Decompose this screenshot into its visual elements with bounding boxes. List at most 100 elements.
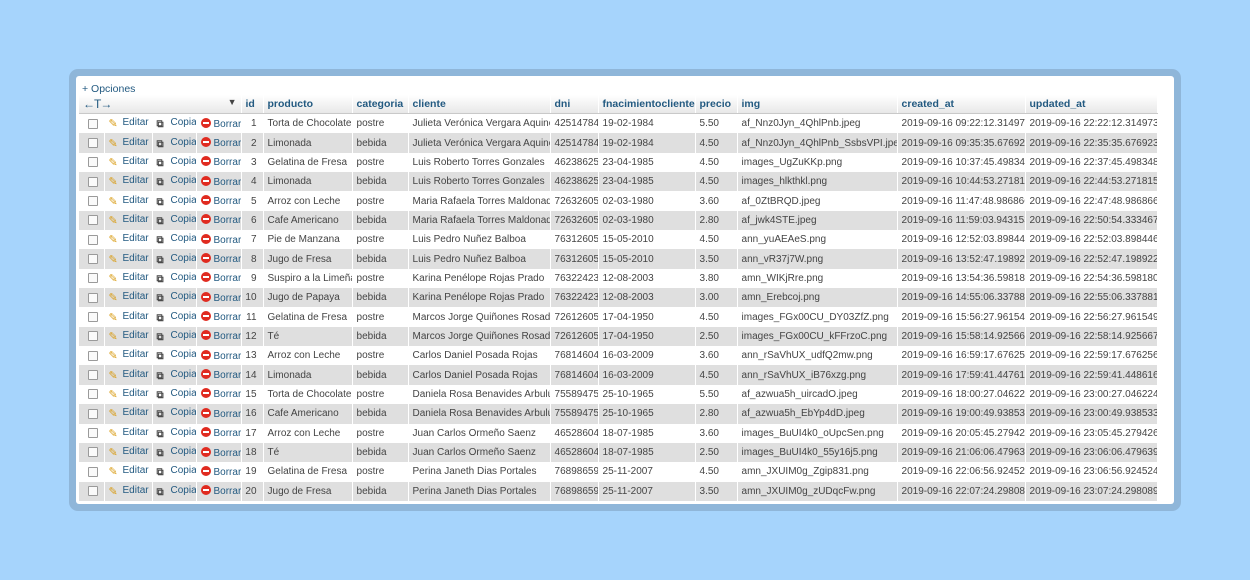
- copy-button[interactable]: ⧉ Copiar: [157, 369, 196, 382]
- table-cell: 2019-09-16 09:22:12.314973: [897, 113, 1026, 134]
- row-checkbox[interactable]: [88, 292, 98, 303]
- delete-button[interactable]: Borrar: [200, 291, 240, 304]
- table-cell: 2019-09-16 15:56:27.961549: [897, 307, 1026, 327]
- row-checkbox[interactable]: [88, 408, 98, 419]
- copy-button[interactable]: ⧉ Copiar: [157, 311, 196, 324]
- copy-button[interactable]: ⧉ Copiar: [157, 427, 196, 440]
- delete-button[interactable]: Borrar: [200, 427, 240, 439]
- column-header[interactable]: created_at: [897, 95, 1026, 114]
- edit-button[interactable]: ✎ Editar: [109, 175, 149, 188]
- delete-button[interactable]: Borrar: [200, 195, 240, 207]
- delete-button[interactable]: Borrar: [200, 214, 240, 226]
- column-header[interactable]: cliente: [408, 95, 551, 114]
- copy-button[interactable]: ⧉ Copiar: [157, 175, 196, 188]
- table-cell: 15-05-2010: [598, 249, 696, 269]
- row-checkbox[interactable]: [88, 195, 98, 206]
- delete-button[interactable]: Borrar: [200, 465, 240, 478]
- delete-button[interactable]: Borrar: [200, 175, 240, 188]
- row-checkbox[interactable]: [88, 428, 98, 439]
- edit-button[interactable]: ✎ Editar: [109, 330, 149, 343]
- row-checkbox[interactable]: [88, 350, 98, 361]
- delete-button[interactable]: Borrar: [200, 272, 240, 284]
- edit-button[interactable]: ✎ Editar: [109, 388, 149, 401]
- row-checkbox[interactable]: [88, 234, 98, 245]
- edit-button[interactable]: ✎ Editar: [109, 465, 149, 478]
- edit-button[interactable]: ✎ Editar: [109, 407, 149, 420]
- copy-button[interactable]: ⧉ Copiar: [157, 465, 196, 478]
- delete-button[interactable]: Borrar: [200, 349, 240, 362]
- row-checkbox[interactable]: [88, 447, 98, 458]
- edit-button[interactable]: ✎ Editar: [109, 311, 149, 324]
- edit-button[interactable]: ✎ Editar: [109, 427, 149, 440]
- delete-button[interactable]: Borrar: [200, 117, 240, 130]
- column-header[interactable]: id: [241, 95, 264, 114]
- row-checkbox[interactable]: [88, 215, 98, 226]
- delete-button[interactable]: Borrar: [200, 253, 240, 265]
- edit-button[interactable]: ✎ Editar: [109, 446, 149, 459]
- delete-button[interactable]: Borrar: [200, 233, 240, 246]
- copy-button[interactable]: ⧉ Copiar: [157, 388, 196, 401]
- copy-button[interactable]: ⧉ Copiar: [157, 291, 196, 304]
- row-checkbox[interactable]: [88, 311, 98, 322]
- copy-button[interactable]: ⧉ Copiar: [157, 117, 196, 130]
- copy-button[interactable]: ⧉ Copiar: [157, 446, 196, 459]
- edit-button[interactable]: ✎ Editar: [109, 291, 149, 304]
- copy-button[interactable]: ⧉ Copiar: [157, 485, 196, 498]
- copy-button[interactable]: ⧉ Copiar: [157, 253, 196, 266]
- edit-button[interactable]: ✎ Editar: [109, 349, 149, 362]
- edit-button[interactable]: ✎ Editar: [109, 233, 149, 246]
- delete-button[interactable]: Borrar: [200, 388, 240, 400]
- copy-button[interactable]: ⧉ Copiar: [157, 214, 196, 227]
- delete-button[interactable]: Borrar: [200, 446, 240, 459]
- row-checkbox[interactable]: [88, 331, 98, 342]
- copy-button[interactable]: ⧉ Copiar: [157, 272, 196, 285]
- row-checkbox[interactable]: [88, 176, 98, 187]
- options-link[interactable]: + Opciones: [82, 83, 135, 95]
- copy-button[interactable]: ⧉ Copiar: [157, 330, 196, 343]
- row-checkbox[interactable]: [88, 137, 98, 148]
- copy-button[interactable]: ⧉ Copiar: [157, 137, 196, 150]
- row-checkbox[interactable]: [88, 273, 98, 284]
- delete-button[interactable]: Borrar: [200, 485, 240, 497]
- delete-button[interactable]: Borrar: [200, 369, 240, 381]
- row-checkbox[interactable]: [88, 253, 98, 264]
- row-checkbox[interactable]: [88, 486, 98, 497]
- delete-button[interactable]: Borrar: [200, 137, 240, 149]
- pencil-icon: ✎: [108, 388, 118, 401]
- row-checkbox[interactable]: [88, 157, 98, 168]
- column-header[interactable]: dni: [550, 95, 599, 114]
- column-header[interactable]: fnacimientocliente: [598, 95, 696, 114]
- row-checkbox[interactable]: [88, 370, 98, 380]
- sort-dropdown-icon[interactable]: ▼: [228, 97, 237, 107]
- delete-button[interactable]: Borrar: [200, 330, 240, 342]
- edit-button[interactable]: ✎ Editar: [109, 195, 149, 208]
- table-cell: 76322423: [550, 268, 599, 289]
- delete-button[interactable]: Borrar: [200, 311, 240, 323]
- copy-button[interactable]: ⧉ Copiar: [157, 407, 196, 420]
- row-checkbox[interactable]: [88, 118, 98, 129]
- column-header[interactable]: precio: [695, 95, 738, 114]
- column-header[interactable]: producto: [263, 95, 353, 114]
- row-checkbox[interactable]: [88, 389, 98, 400]
- edit-button[interactable]: ✎ Editar: [109, 253, 149, 266]
- edit-button[interactable]: ✎ Editar: [109, 485, 149, 498]
- copy-button[interactable]: ⧉ Copiar: [157, 233, 196, 246]
- edit-button[interactable]: ✎ Editar: [109, 272, 149, 285]
- delete-button[interactable]: Borrar: [200, 407, 240, 420]
- edit-button[interactable]: ✎ Editar: [109, 137, 149, 150]
- edit-button[interactable]: ✎ Editar: [109, 214, 149, 227]
- delete-button[interactable]: Borrar: [200, 156, 240, 168]
- column-header[interactable]: updated_at: [1025, 95, 1158, 114]
- row-checkbox[interactable]: [88, 466, 98, 477]
- edit-button[interactable]: ✎ Editar: [109, 156, 149, 169]
- table-cell: bebida: [352, 481, 409, 501]
- delete-icon: [200, 117, 211, 128]
- copy-button[interactable]: ⧉ Copiar: [157, 156, 196, 169]
- edit-button[interactable]: ✎ Editar: [109, 117, 149, 130]
- copy-button[interactable]: ⧉ Copiar: [157, 349, 196, 362]
- column-nav-arrows[interactable]: ←T→: [83, 97, 112, 111]
- column-header[interactable]: img: [737, 95, 898, 114]
- edit-button[interactable]: ✎ Editar: [109, 369, 149, 382]
- column-header[interactable]: categoria: [352, 95, 409, 114]
- copy-button[interactable]: ⧉ Copiar: [157, 195, 196, 208]
